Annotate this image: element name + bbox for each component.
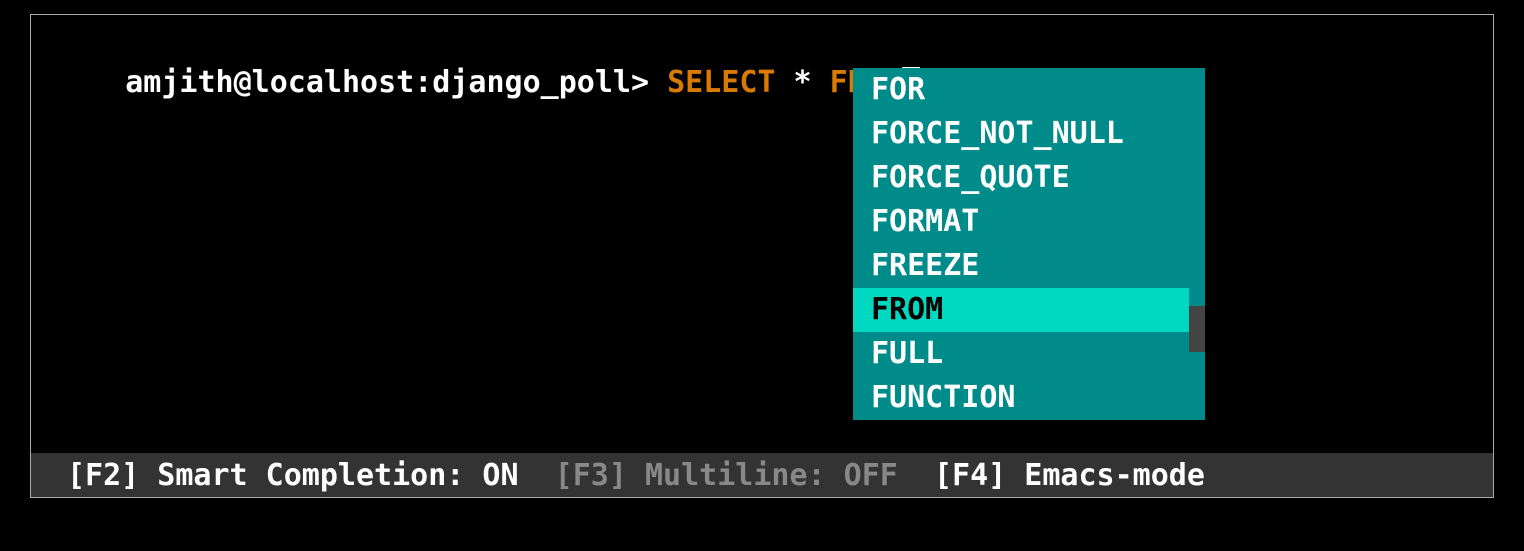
completion-item[interactable]: FUNCTION bbox=[853, 376, 1189, 420]
completion-item-selected[interactable]: FROM bbox=[853, 288, 1189, 332]
prompt-line[interactable]: amjith@localhost:django_poll> SELECT * F… bbox=[53, 29, 920, 137]
completion-item[interactable]: FORCE_QUOTE bbox=[853, 156, 1189, 200]
completion-item[interactable]: FOR bbox=[853, 68, 1189, 112]
completion-item[interactable]: FULL bbox=[853, 332, 1189, 376]
sql-star: * bbox=[775, 65, 829, 100]
status-f2-label: Smart Completion: ON bbox=[139, 458, 554, 493]
status-f2-key: [F2] bbox=[67, 458, 139, 493]
sql-keyword-select: SELECT bbox=[667, 65, 775, 100]
completion-item[interactable]: FORMAT bbox=[853, 200, 1189, 244]
completion-item[interactable]: FORCE_NOT_NULL bbox=[853, 112, 1189, 156]
scrollbar-thumb[interactable] bbox=[1189, 306, 1205, 352]
status-bar: [F2] Smart Completion: ON [F3] Multiline… bbox=[31, 453, 1493, 497]
terminal-frame: amjith@localhost:django_poll> SELECT * F… bbox=[30, 14, 1494, 498]
status-f4-key: [F4] bbox=[934, 458, 1006, 493]
prompt-prefix: amjith@localhost:django_poll> bbox=[125, 65, 667, 100]
status-f3-label: Multiline: OFF bbox=[627, 458, 934, 493]
status-f4-label: Emacs-mode bbox=[1006, 458, 1205, 493]
completion-popup: FOR FORCE_NOT_NULL FORCE_QUOTE FORMAT FR… bbox=[853, 68, 1189, 420]
status-f3-key: [F3] bbox=[555, 458, 627, 493]
completion-item[interactable]: FREEZE bbox=[853, 244, 1189, 288]
scrollbar-track[interactable] bbox=[1189, 68, 1205, 420]
